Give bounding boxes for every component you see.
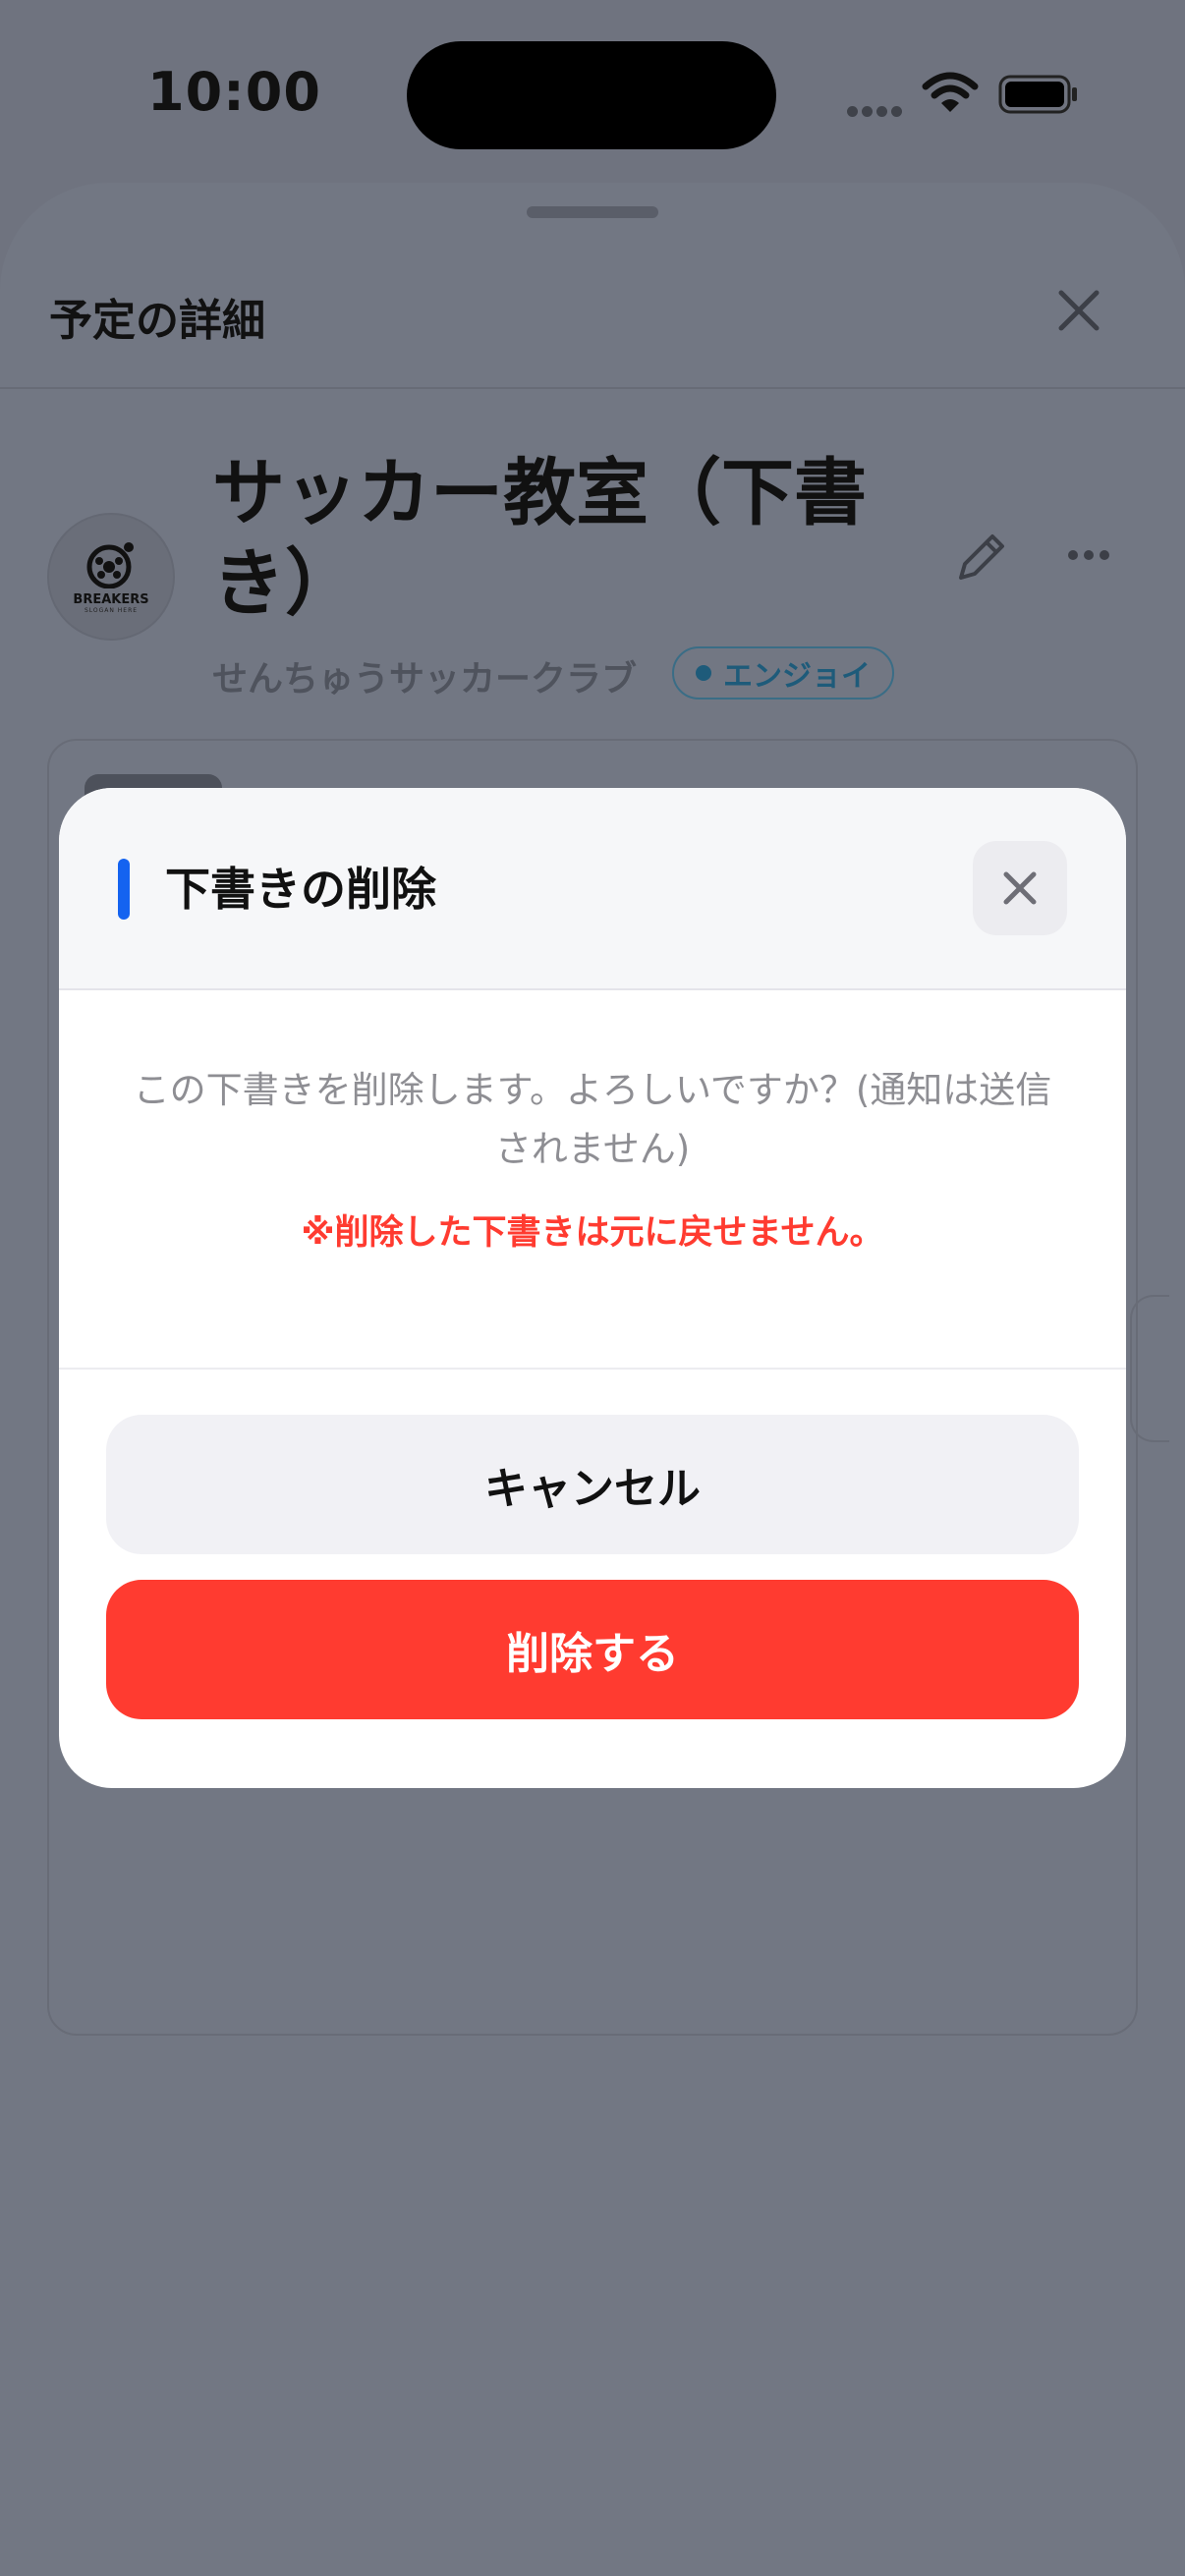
club-name: せんちゅうサッカークラブ: [212, 659, 638, 700]
cancel-button[interactable]: キャンセル: [106, 1415, 1079, 1554]
soccer-ball-icon: [86, 542, 134, 588]
level-tag: エンジョイ: [672, 646, 894, 700]
pencil-icon[interactable]: [951, 529, 1010, 588]
sheet-grabber[interactable]: [527, 206, 658, 218]
dynamic-island: [407, 41, 776, 149]
status-time: 10:00: [147, 61, 321, 123]
dialog-divider: [59, 1368, 1126, 1370]
dialog-message: この下書きを削除します。よろしいですか？(通知は送信されません): [133, 1069, 1052, 1170]
dialog-warning: ※削除した下書きは元に戻せません。: [301, 1213, 884, 1253]
event-title: サッカー教室（下書き）: [212, 451, 867, 626]
dialog-header: 下書きの削除: [59, 788, 1126, 990]
logo-text: BREAKERS: [73, 592, 149, 607]
delete-button[interactable]: 削除する: [106, 1580, 1079, 1719]
side-card: [1130, 1295, 1169, 1442]
dialog-close-button[interactable]: [973, 841, 1067, 935]
sheet-title: 予定の詳細: [49, 296, 265, 346]
status-bar: 10:00: [0, 0, 1185, 187]
dialog-title: 下書きの削除: [165, 863, 436, 916]
cellular-signal-icon: [847, 102, 908, 117]
logo-subtext: SLOGAN HERE: [84, 607, 139, 614]
delete-draft-dialog: 下書きの削除 この下書きを削除します。よろしいですか？(通知は送信されません) …: [59, 788, 1126, 1788]
close-icon[interactable]: [1051, 283, 1106, 338]
dialog-accent-bar: [118, 859, 130, 920]
club-logo: BREAKERS SLOGAN HERE: [47, 513, 175, 641]
close-icon: [1003, 871, 1037, 905]
tag-dot-icon: [696, 665, 711, 681]
tag-label: エンジョイ: [723, 659, 871, 694]
sheet-header: 予定の詳細: [0, 242, 1185, 389]
more-icon[interactable]: [1067, 548, 1110, 562]
battery-icon: [998, 75, 1077, 114]
wifi-icon: [922, 72, 979, 112]
